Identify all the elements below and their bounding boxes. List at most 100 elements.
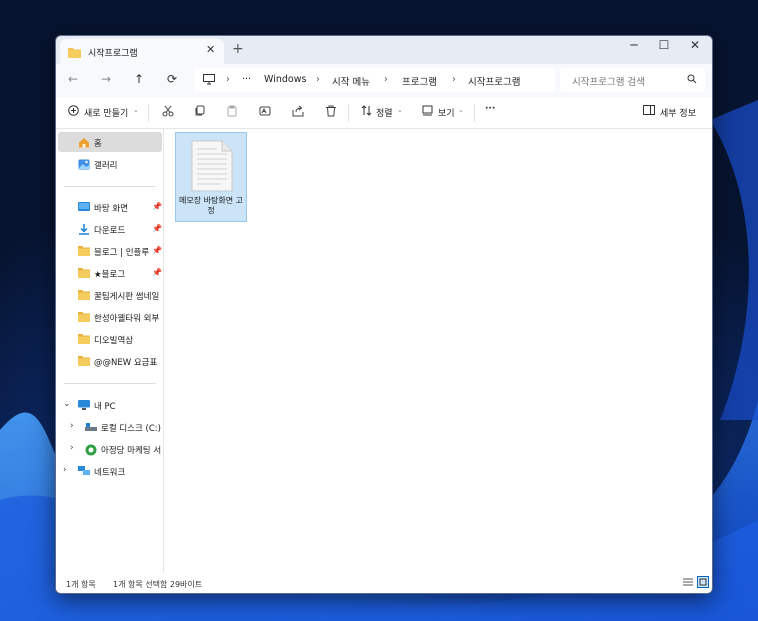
- refresh-button[interactable]: ⟳: [167, 72, 177, 86]
- computer-icon: [78, 400, 90, 410]
- chevron-right-icon[interactable]: ›: [70, 443, 74, 453]
- file-list: 메모장 바탕화면 고정: [164, 129, 712, 573]
- close-button[interactable]: ✕: [680, 38, 710, 52]
- navigation-bar: ← → ↑ ⟳ › ··· Windows › 시작 메뉴 › 프로그램 › 시…: [56, 64, 712, 98]
- new-button[interactable]: 새로 만들기: [84, 106, 128, 119]
- delete-icon[interactable]: [325, 105, 337, 117]
- sidebar-item-label: 네트워크: [94, 468, 126, 478]
- share-icon[interactable]: [292, 105, 304, 117]
- pin-icon: 📌: [152, 202, 162, 211]
- divider: [348, 104, 349, 122]
- details-view-icon[interactable]: [682, 576, 694, 588]
- file-name: 메모장 바탕화면 고정: [179, 196, 243, 215]
- minimize-button[interactable]: ─: [619, 38, 649, 52]
- maximize-button[interactable]: ☐: [649, 38, 679, 52]
- divider: [64, 186, 156, 187]
- paste-icon[interactable]: [226, 105, 238, 117]
- drive-icon: [85, 423, 97, 431]
- sidebar-item-gallery[interactable]: 갤러리: [58, 154, 162, 174]
- folder-icon: [78, 312, 90, 322]
- sidebar-item-label: 다운로드: [94, 226, 126, 236]
- sidebar-item-blog-influencer[interactable]: 블로그 | 인플루 📌: [58, 241, 162, 261]
- sidebar-item-star-blog[interactable]: ★블로그 📌: [58, 263, 162, 283]
- sidebar-item-hansung-tower[interactable]: 한성아웰타워 외부: [58, 307, 162, 327]
- chevron-right-icon[interactable]: ›: [63, 465, 67, 475]
- back-button[interactable]: ←: [68, 72, 78, 86]
- tiles-view-icon[interactable]: [697, 576, 709, 588]
- chevron-down-icon[interactable]: ⌄: [63, 399, 71, 409]
- sidebar-item-label: 홈: [94, 139, 102, 149]
- breadcrumb-startup[interactable]: 시작프로그램: [468, 74, 520, 88]
- file-item[interactable]: 메모장 바탕화면 고정: [175, 132, 247, 222]
- sidebar-item-label: 로컬 디스크 (C:): [101, 424, 161, 434]
- tab-start-programs[interactable]: 시작프로그램 ✕: [60, 39, 224, 65]
- text-file-icon: [191, 140, 233, 192]
- cut-icon[interactable]: [162, 105, 174, 117]
- folder-icon: [78, 356, 90, 366]
- download-icon: [79, 224, 89, 235]
- breadcrumb-sep: ›: [384, 74, 388, 85]
- divider: [148, 104, 149, 122]
- file-explorer-window: 시작프로그램 ✕ + ─ ☐ ✕ ← → ↑ ⟳ › ··· Windows ›…: [55, 35, 713, 594]
- chevron-right-icon[interactable]: ›: [70, 421, 74, 431]
- sidebar-item-label: 바탕 화면: [94, 204, 128, 214]
- chevron-down-icon: ⌄: [458, 106, 464, 114]
- search-input[interactable]: 시작프로그램 검색: [560, 68, 705, 92]
- selection-info: 1개 항목 선택함 29바이트: [113, 580, 203, 589]
- sort-button[interactable]: 정렬: [376, 106, 393, 119]
- sidebar-item-home[interactable]: 홈: [58, 132, 162, 152]
- add-circle-icon: [68, 105, 79, 116]
- navigation-pane: 홈 갤러리 바탕 화면 📌 다운로드 📌 블로그 | 인플루 📌 ★블로그 📌 …: [56, 129, 164, 573]
- home-icon: [79, 138, 89, 148]
- sidebar-item-network[interactable]: › 네트워크: [58, 461, 162, 481]
- folder-icon: [78, 334, 90, 344]
- breadcrumb-more[interactable]: ···: [242, 74, 251, 85]
- breadcrumb-sep: ›: [226, 74, 230, 85]
- tab-close-button[interactable]: ✕: [206, 43, 215, 56]
- rename-icon[interactable]: [259, 105, 271, 117]
- details-pane-icon: [643, 105, 655, 115]
- sidebar-item-tips-thumbnail[interactable]: 꿀팁게시판 썸네일: [58, 285, 162, 305]
- sidebar-item-label: 블로그 | 인플루: [94, 248, 150, 258]
- command-bar: 새로 만들기 ⌄ 정렬 ⌄ 보기 ⌄ ··· 세부 정보: [56, 98, 712, 129]
- breadcrumb-windows[interactable]: Windows: [264, 74, 306, 85]
- sidebar-item-label: 디오빌역삼: [94, 336, 134, 346]
- sidebar-item-this-pc[interactable]: ⌄ 내 PC: [58, 395, 162, 415]
- pin-icon: 📌: [152, 224, 162, 233]
- sidebar-item-desktop[interactable]: 바탕 화면 📌: [58, 197, 162, 217]
- title-bar: 시작프로그램 ✕ + ─ ☐ ✕: [56, 36, 712, 65]
- view-icon: [422, 105, 433, 116]
- breadcrumb-sep: ›: [452, 74, 456, 85]
- sidebar-item-new-pricing[interactable]: @@NEW 요금표: [58, 351, 162, 371]
- item-count: 1개 항목: [66, 580, 96, 589]
- network-icon: [78, 466, 90, 475]
- monitor-icon: [203, 74, 215, 85]
- view-button[interactable]: 보기: [438, 106, 455, 119]
- sidebar-item-label: 갤러리: [94, 161, 118, 171]
- sidebar-item-label: 꿀팁게시판 썸네일: [94, 292, 160, 302]
- sidebar-item-downloads[interactable]: 다운로드 📌: [58, 219, 162, 239]
- address-bar[interactable]: › ··· Windows › 시작 메뉴 › 프로그램 › 시작프로그램: [194, 68, 555, 92]
- gallery-icon: [78, 159, 90, 170]
- sidebar-item-label: 한성아웰타워 외부: [94, 314, 160, 324]
- folder-icon: [78, 268, 90, 278]
- sidebar-item-local-disk[interactable]: › 로컬 디스크 (C:): [65, 417, 169, 437]
- folder-icon: [78, 290, 90, 300]
- details-button[interactable]: 세부 정보: [660, 106, 696, 119]
- copy-icon[interactable]: [194, 105, 206, 117]
- forward-button[interactable]: →: [101, 72, 111, 86]
- breadcrumb-programs[interactable]: 프로그램: [402, 74, 437, 88]
- search-placeholder: 시작프로그램 검색: [572, 77, 645, 88]
- more-options-button[interactable]: ···: [485, 104, 495, 114]
- sidebar-item-dioville[interactable]: 디오빌역삼: [58, 329, 162, 349]
- folder-icon: [78, 246, 90, 256]
- breadcrumb-start-menu[interactable]: 시작 메뉴: [332, 74, 370, 88]
- tab-title: 시작프로그램: [88, 49, 138, 59]
- up-button[interactable]: ↑: [134, 72, 144, 86]
- sidebar-item-network-drive[interactable]: › 아정당 마케팅 서: [65, 439, 169, 459]
- search-icon: [687, 74, 697, 84]
- chevron-down-icon: ⌄: [133, 106, 139, 114]
- divider: [474, 104, 475, 122]
- new-tab-button[interactable]: +: [232, 41, 244, 57]
- breadcrumb-sep: ›: [316, 74, 320, 85]
